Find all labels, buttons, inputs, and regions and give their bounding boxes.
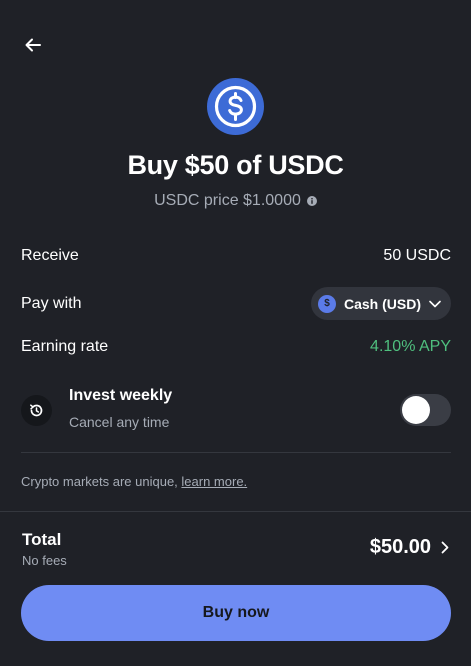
invest-weekly-title: Invest weekly (69, 387, 173, 404)
invest-weekly-subtitle: Cancel any time (69, 414, 170, 430)
chevron-right-icon (441, 541, 449, 554)
price-text: USDC price $1.0000 (154, 192, 301, 209)
invest-weekly-row: Invest weekly Cancel any time (21, 386, 451, 436)
learn-more-link[interactable]: learn more. (181, 474, 247, 489)
receive-value: 50 USDC (383, 247, 451, 264)
toggle-knob (402, 396, 430, 424)
invest-weekly-toggle[interactable] (400, 394, 451, 426)
price-line: USDC price $1.0000 (0, 192, 471, 210)
back-button[interactable] (18, 30, 48, 60)
total-amount-button[interactable]: $50.00 (370, 536, 449, 559)
recurring-clock-icon (21, 395, 52, 426)
earning-rate-value: 4.10% APY (370, 338, 451, 355)
earning-rate-row: Earning rate 4.10% APY (21, 338, 451, 356)
pay-with-label: Pay with (21, 294, 82, 312)
disclaimer-text: Crypto markets are unique, (21, 474, 182, 489)
usdc-coin-icon (207, 78, 264, 135)
total-label: Total (22, 530, 62, 549)
info-icon[interactable] (306, 196, 317, 206)
fees-text: No fees (22, 553, 67, 568)
receive-label: Receive (21, 247, 79, 264)
pay-with-row: Pay with $ Cash (USD) (21, 287, 451, 320)
divider (21, 452, 451, 453)
usd-coin-icon: $ (317, 294, 336, 313)
footer-divider (0, 511, 471, 512)
pay-with-value: Cash (USD) (343, 295, 421, 312)
earning-rate-label: Earning rate (21, 338, 109, 355)
disclaimer: Crypto markets are unique, learn more. (21, 474, 247, 489)
buy-now-button[interactable]: Buy now (21, 585, 451, 641)
pay-with-selector[interactable]: $ Cash (USD) (310, 287, 451, 320)
buy-panel: Buy $50 of USDC USDC price $1.0000 Recei… (0, 0, 471, 666)
receive-row: Receive 50 USDC (21, 247, 451, 265)
chevron-down-icon (429, 300, 441, 307)
page-title: Buy $50 of USDC (127, 150, 344, 180)
total-amount: $50.00 (369, 536, 431, 558)
arrow-left-icon (25, 38, 41, 52)
